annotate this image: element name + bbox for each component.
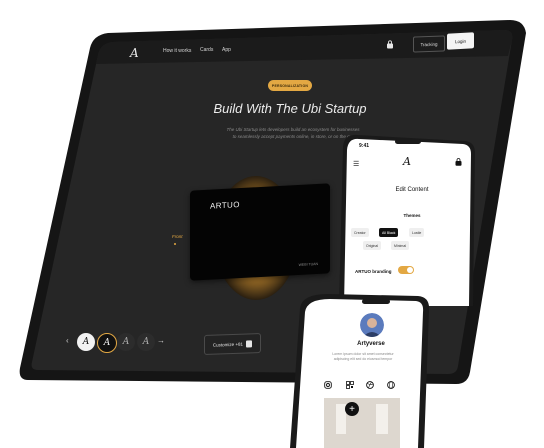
toggle-knob: [407, 267, 413, 273]
logo-option-1[interactable]: A: [77, 333, 95, 351]
phone-profile: Artyverse Lorem ipsum dolor sit amet con…: [290, 290, 430, 448]
tracking-button[interactable]: Tracking: [413, 35, 445, 53]
customize-button[interactable]: Customize +81: [204, 333, 261, 355]
phone-edit-content: 9:41 ☰ A Edit Content Themes Creator All…: [339, 131, 477, 306]
qr-code-icon[interactable]: [346, 381, 354, 389]
payment-card[interactable]: ARTUO WEBI TUAN: [190, 183, 330, 281]
themes-label: Themes: [403, 213, 421, 218]
theme-chip-original[interactable]: Original: [363, 241, 382, 250]
logo-option-3[interactable]: A: [117, 333, 135, 351]
chevron-right-icon[interactable]: →: [157, 336, 165, 345]
hero-title: Build With The Ubi Startup: [213, 101, 367, 116]
login-button[interactable]: Login: [447, 32, 474, 50]
phone-logo: A: [403, 155, 411, 168]
profile-name: Artyverse: [357, 341, 385, 347]
chevron-left-icon[interactable]: ‹: [66, 336, 69, 345]
logo-option-2[interactable]: A: [97, 333, 117, 353]
personalization-badge: PERSONALIZATION: [268, 80, 312, 91]
lock-icon[interactable]: [386, 40, 394, 49]
theme-chip-lustle[interactable]: Lustle: [409, 228, 425, 237]
nav-link-app[interactable]: App: [222, 47, 231, 53]
card-brand: ARTUO: [210, 200, 240, 211]
card-icon: [246, 339, 253, 348]
edit-content-title: Edit Content: [395, 187, 429, 193]
globe-icon[interactable]: [387, 381, 395, 389]
nav-link-how-it-works[interactable]: How it works: [163, 48, 191, 54]
branding-toggle[interactable]: [398, 266, 414, 274]
front-side-label[interactable]: Front: [172, 234, 183, 239]
profile-bio: Lorem ipsum dolor sit amet consectetur a…: [326, 352, 400, 362]
theme-chip-all-black[interactable]: All Black: [379, 228, 399, 237]
tablet-logo[interactable]: A: [130, 46, 139, 60]
branding-label: ARTUO branding: [355, 269, 392, 274]
phone-profile-frame: [290, 294, 430, 448]
instagram-icon[interactable]: [324, 381, 332, 389]
logo-option-4[interactable]: A: [137, 333, 155, 351]
dribbble-icon[interactable]: [366, 381, 374, 389]
theme-chip-minimal[interactable]: Minimal: [391, 241, 410, 250]
nav-link-cards[interactable]: Cards: [200, 47, 213, 53]
room-photo: [324, 398, 400, 448]
front-indicator-dot: [174, 243, 176, 245]
avatar[interactable]: [360, 313, 384, 337]
card-holder-name: WEBI TUAN: [298, 261, 318, 267]
profile-bio-line-2: adipiscing elit sed do eiusmod tempor: [333, 357, 393, 361]
theme-chip-creator[interactable]: Creator: [351, 228, 369, 237]
lock-icon[interactable]: [455, 158, 462, 166]
hamburger-menu-icon[interactable]: ☰: [353, 160, 359, 168]
add-button[interactable]: +: [345, 402, 359, 416]
status-time: 9:41: [359, 143, 370, 149]
customize-label: Customize +81: [212, 341, 244, 348]
